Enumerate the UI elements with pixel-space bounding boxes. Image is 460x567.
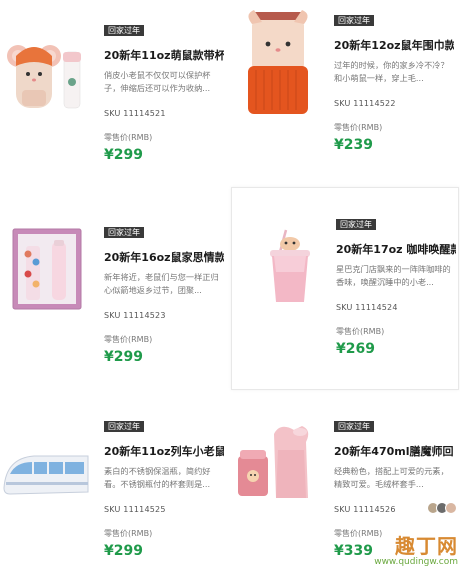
product-title[interactable]: 20新年17oz 咖啡唤醒款...: [336, 241, 456, 257]
product-price: ¥299: [104, 147, 143, 163]
product-description: 过年的时候，你的家乡冷不冷？和小萌鼠一样，穿上毛...: [334, 60, 449, 83]
product-card-3[interactable]: 回家过年 20新年16oz鼠家思情款... 新年将近，老鼠们与您一样正归心似箭地…: [0, 198, 230, 388]
product-sku: SKU 11114525: [104, 505, 166, 514]
site-watermark: 趣丁网 www.qudingw.com: [374, 530, 458, 567]
product-price: ¥299: [104, 349, 143, 365]
mouse-family-giftbox-product-image[interactable]: [12, 228, 82, 310]
watermark-url: www.qudingw.com: [374, 557, 458, 567]
product-description: 素白的不锈钢保温瓶，简约好看。不锈钢瓶付的杯套则是...: [104, 466, 211, 489]
product-description: 经典粉色，搭配上可爱的元素，精致可爱。毛绒杯套手...: [334, 466, 449, 489]
avatar: [445, 502, 457, 514]
product-sku: SKU 11114524: [336, 303, 398, 312]
product-card-4[interactable]: 回家过年 20新年17oz 咖啡唤醒款... 星巴克门店飘来的一阵阵咖啡的香味，…: [231, 187, 459, 390]
product-price: ¥269: [336, 341, 375, 357]
product-description: 俏皮小老鼠不仅仅可以保护杯子，伸缩后还可以作为收纳...: [104, 70, 211, 93]
category-tag: 回家过年: [334, 15, 374, 26]
product-title[interactable]: 20新年12oz鼠年围巾款...: [334, 37, 454, 53]
mouse-backpack-product-image[interactable]: [4, 34, 92, 114]
mouse-scarf-cup-product-image[interactable]: [244, 6, 320, 122]
price-label: 零售价(RMB): [334, 123, 383, 132]
product-grid: 回家过年 20新年11oz萌鼠款带杯... 俏皮小老鼠不仅仅可以保护杯子，伸缩后…: [0, 0, 460, 567]
product-sku: SKU 11114521: [104, 109, 166, 118]
category-tag: 回家过年: [334, 421, 374, 432]
category-tag: 回家过年: [336, 219, 376, 230]
product-card-5[interactable]: 回家过年 20新年11oz列车小老鼠... 素白的不锈钢保温瓶，简约好看。不锈钢…: [0, 400, 230, 567]
user-avatars: [427, 502, 457, 514]
category-tag: 回家过年: [104, 227, 144, 238]
watermark-logo: 趣丁网: [395, 534, 458, 558]
product-card-2[interactable]: 回家过年 20新年12oz鼠年围巾款... 过年的时候，你的家乡冷不冷？和小萌鼠…: [230, 0, 460, 180]
product-price: ¥239: [334, 137, 373, 153]
product-card-1[interactable]: 回家过年 20新年11oz萌鼠款带杯... 俏皮小老鼠不仅仅可以保护杯子，伸缩后…: [0, 0, 230, 180]
product-sku: SKU 11114522: [334, 99, 396, 108]
product-price: ¥299: [104, 543, 143, 559]
product-title[interactable]: 20新年470ml膳魔师回...: [334, 443, 454, 459]
price-label: 零售价(RMB): [336, 327, 385, 336]
product-title[interactable]: 20新年16oz鼠家思情款...: [104, 249, 224, 265]
product-sku: SKU 11114523: [104, 311, 166, 320]
train-mouse-bottle-product-image[interactable]: [0, 448, 92, 500]
thermos-food-jar-product-image[interactable]: [234, 420, 320, 502]
product-description: 新年将近，老鼠们与您一样正归心似箭地返乡过节，团聚...: [104, 272, 219, 295]
category-tag: 回家过年: [104, 25, 144, 36]
product-title[interactable]: 20新年11oz萌鼠款带杯...: [104, 47, 224, 63]
price-label: 零售价(RMB): [104, 529, 153, 538]
product-title[interactable]: 20新年11oz列车小老鼠...: [104, 443, 224, 459]
product-description: 星巴克门店飘来的一阵阵咖啡的香味，唤醒沉睡中的小老...: [336, 264, 451, 287]
price-label: 零售价(RMB): [104, 335, 153, 344]
price-label: 零售价(RMB): [104, 133, 153, 142]
category-tag: 回家过年: [104, 421, 144, 432]
coffee-wakeup-tumbler-product-image[interactable]: [260, 228, 320, 304]
